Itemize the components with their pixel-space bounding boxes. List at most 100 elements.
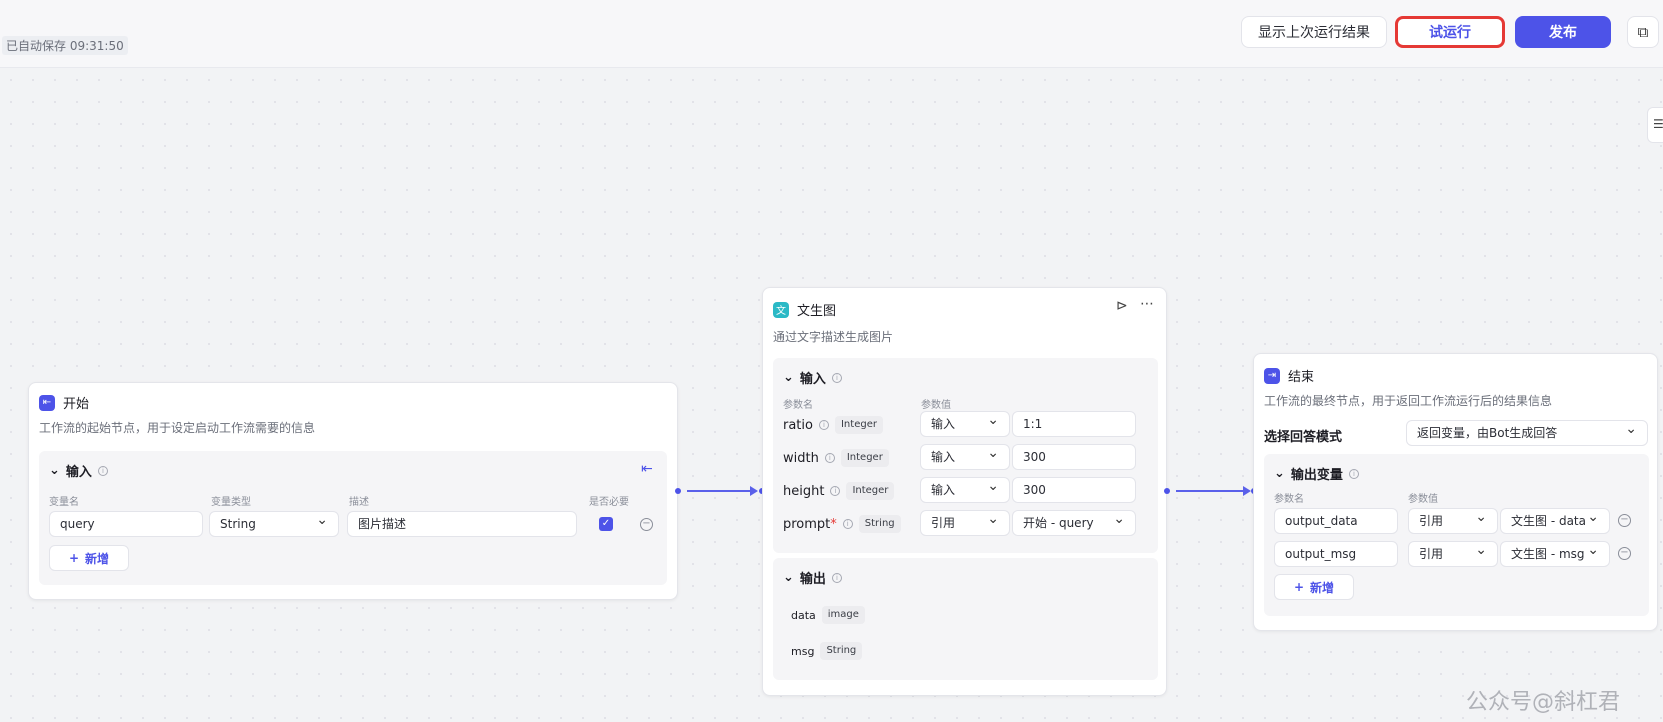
image-node-title: 文生图 [797, 304, 837, 319]
output-reference-select[interactable]: 文生图 - data [1500, 508, 1610, 534]
copy-icon[interactable]: ⧉ [1627, 16, 1659, 48]
info-icon: i [1348, 468, 1359, 479]
end-output-panel: ⌄ 输出变量 i 参数名 参数值 output_data 引用 文生图 - da… [1264, 454, 1649, 616]
collapse-chevron-icon[interactable]: ⌄ [49, 463, 60, 478]
param-value-input[interactable]: 1:1 [1012, 411, 1136, 437]
param-mode-value: 引用 [931, 516, 956, 530]
watermark: 公众号@斜杠君 [1466, 690, 1621, 715]
image-output-port[interactable] [1164, 488, 1170, 494]
run-node-icon[interactable]: ⊳ [1116, 298, 1128, 314]
text-to-image-node[interactable]: 文 文生图 ⊳ ⋯ 通过文字描述生成图片 ⌄ 输入 i 参数名 参数值 rati… [762, 287, 1167, 696]
remove-row-icon[interactable]: − [1618, 547, 1631, 560]
col-header-param-name: 参数名 [783, 400, 813, 411]
info-icon: i [818, 420, 829, 430]
param-mode-value: 输入 [931, 450, 956, 464]
import-variables-icon[interactable]: ⇤ [641, 461, 653, 477]
info-icon: i [831, 572, 842, 583]
add-label: 新增 [85, 551, 110, 566]
side-panel-toggle-icon[interactable]: ☰ [1647, 107, 1663, 143]
output-type-tag: String [820, 642, 863, 660]
param-type-tag: Integer [846, 482, 895, 500]
param-mode-select[interactable]: 引用 [920, 510, 1010, 536]
answer-mode-select[interactable]: 返回变量，由Bot生成回答 [1406, 420, 1648, 446]
edge-image-to-end [1176, 490, 1246, 492]
required-mark: * [830, 516, 837, 532]
var-type-value: String [220, 517, 256, 531]
output-reference-select[interactable]: 文生图 - msg [1500, 541, 1610, 567]
info-icon: i [842, 519, 853, 529]
var-desc-input[interactable]: 图片描述 [347, 511, 577, 537]
output-mode-select[interactable]: 引用 [1408, 541, 1498, 567]
end-node-icon: ⇥ [1264, 367, 1280, 384]
plus-icon: + [68, 551, 80, 565]
collapse-chevron-icon[interactable]: ⌄ [783, 570, 794, 585]
param-name-text: prompt [783, 516, 831, 532]
start-node[interactable]: ⇤ 开始 工作流的起始节点，用于设定启动工作流需要的信息 ⌄ 输入 i ⇤ 变量… [28, 382, 678, 600]
text-to-image-icon: 文 [773, 301, 789, 318]
info-icon: i [97, 465, 108, 476]
col-header-desc: 描述 [349, 497, 369, 508]
start-input-panel: ⌄ 输入 i ⇤ 变量名 变量类型 描述 是否必要 query String 图… [39, 451, 667, 585]
test-run-button[interactable]: 试运行 [1395, 16, 1505, 48]
start-output-port[interactable] [675, 488, 681, 494]
start-input-header: 输入 [65, 465, 92, 480]
col-header-param-value: 参数值 [1408, 494, 1438, 505]
start-node-icon: ⇤ [39, 394, 55, 411]
info-icon: i [830, 486, 841, 496]
col-header-var-type: 变量类型 [211, 497, 251, 508]
col-header-var-name: 变量名 [49, 497, 79, 508]
info-icon: i [831, 372, 842, 383]
image-output-panel: ⌄ 输出 i data image msg String [773, 558, 1158, 680]
var-name-input[interactable]: query [49, 511, 203, 537]
edge-arrow-icon [1243, 486, 1251, 496]
param-reference-select[interactable]: 开始 - query [1012, 510, 1136, 536]
more-options-icon[interactable]: ⋯ [1140, 296, 1154, 312]
param-mode-select[interactable]: 输入 [920, 477, 1010, 503]
plus-icon: + [1293, 580, 1305, 594]
output-row-msg: msg String [791, 642, 863, 660]
param-mode-select[interactable]: 输入 [920, 444, 1010, 470]
output-mode-value: 引用 [1419, 547, 1444, 561]
image-input-header: 输入 [799, 372, 826, 387]
col-header-param-value: 参数值 [921, 400, 951, 411]
add-variable-button[interactable]: + 新增 [49, 545, 129, 571]
col-header-required: 是否必要 [589, 497, 629, 508]
output-name: msg [791, 644, 815, 658]
param-name: prompt* [783, 517, 837, 532]
start-node-title: 开始 [63, 397, 90, 412]
remove-row-icon[interactable]: − [1618, 514, 1631, 527]
image-node-description: 通过文字描述生成图片 [773, 330, 894, 344]
collapse-chevron-icon[interactable]: ⌄ [783, 370, 794, 385]
image-output-header: 输出 [799, 572, 826, 587]
collapse-chevron-icon[interactable]: ⌄ [1274, 466, 1285, 481]
output-mode-value: 引用 [1419, 514, 1444, 528]
output-var-name-input[interactable]: output_data [1274, 508, 1398, 534]
param-name: width [783, 450, 819, 466]
top-toolbar: 已自动保存 09:31:50 显示上次运行结果 试运行 发布 ⧉ [0, 0, 1663, 68]
end-node[interactable]: ⇥ 结束 工作流的最终节点，用于返回工作流运行后的结果信息 选择回答模式 返回变… [1253, 353, 1658, 631]
edge-arrow-icon [750, 486, 758, 496]
publish-button[interactable]: 发布 [1515, 16, 1611, 48]
remove-row-icon[interactable]: − [640, 518, 653, 531]
required-checkbox[interactable]: ✓ [599, 517, 613, 531]
var-type-select[interactable]: String [209, 511, 339, 537]
param-row-height: height i Integer [783, 482, 895, 500]
end-output-header: 输出变量 [1290, 468, 1343, 483]
param-mode-value: 输入 [931, 417, 956, 431]
image-input-panel: ⌄ 输入 i 参数名 参数值 ratio i Integer 输入 1:1 wi… [773, 358, 1158, 553]
param-value-input[interactable]: 300 [1012, 444, 1136, 470]
param-reference-value: 开始 - query [1023, 516, 1094, 530]
param-mode-value: 输入 [931, 483, 956, 497]
start-node-description: 工作流的起始节点，用于设定启动工作流需要的信息 [39, 421, 316, 435]
answer-mode-label: 选择回答模式 [1264, 430, 1343, 445]
param-mode-select[interactable]: 输入 [920, 411, 1010, 437]
param-value-input[interactable]: 300 [1012, 477, 1136, 503]
show-last-run-button[interactable]: 显示上次运行结果 [1241, 16, 1387, 48]
output-name: data [791, 608, 816, 622]
param-row-prompt: prompt* i String [783, 515, 901, 533]
edge-start-to-image [687, 490, 753, 492]
output-var-name-input[interactable]: output_msg [1274, 541, 1398, 567]
output-mode-select[interactable]: 引用 [1408, 508, 1498, 534]
add-output-button[interactable]: + 新增 [1274, 574, 1354, 600]
param-row-ratio: ratio i Integer [783, 416, 883, 434]
